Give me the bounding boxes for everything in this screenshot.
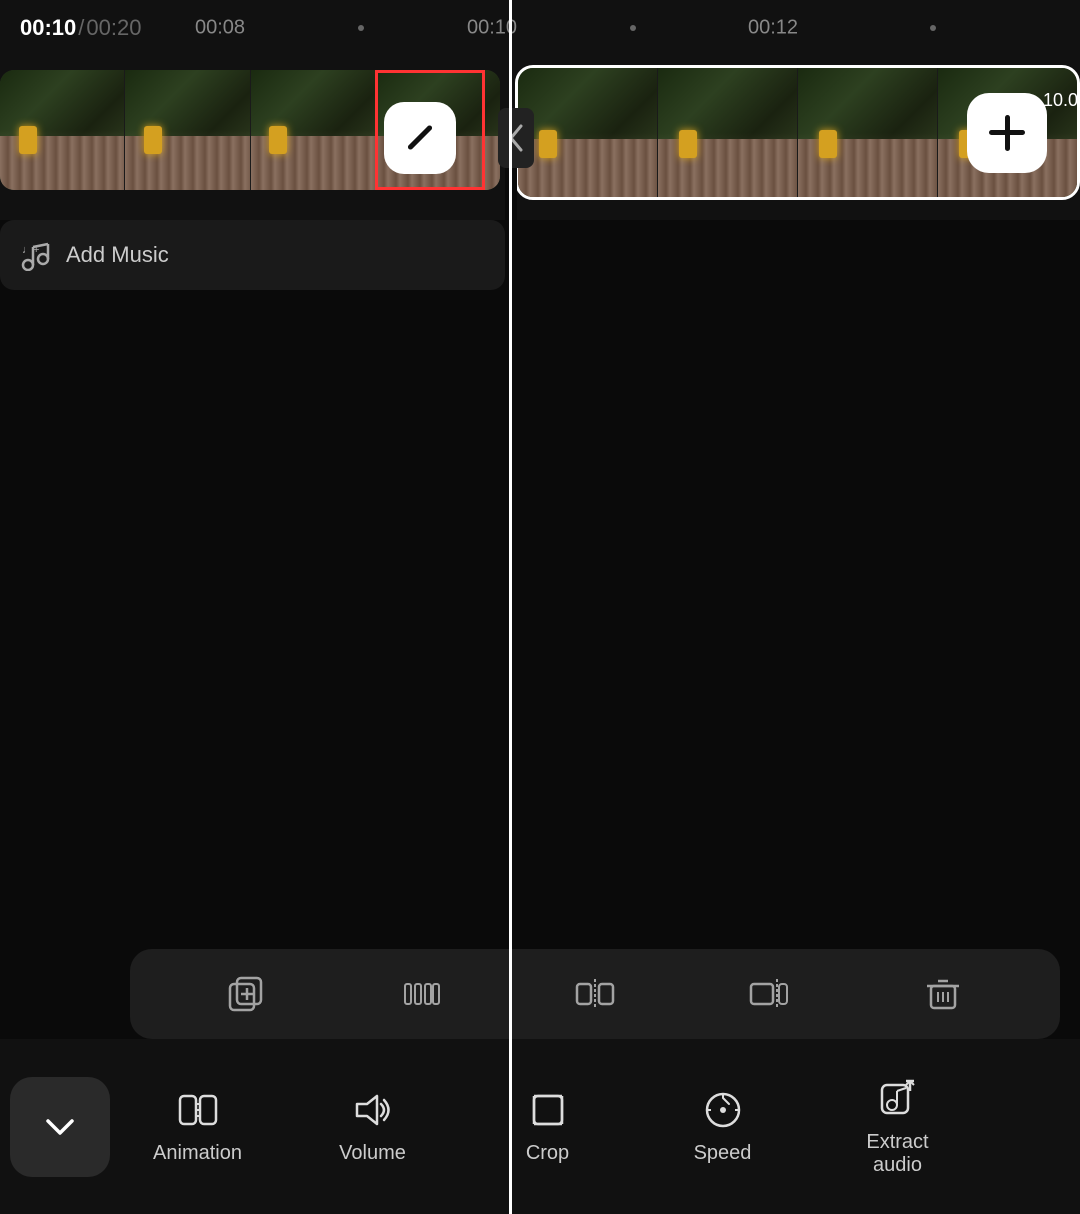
volume-icon (351, 1088, 395, 1132)
video-thumb-1 (0, 70, 124, 190)
split-icon (575, 974, 615, 1014)
remove-clip-button[interactable] (384, 102, 456, 174)
split-button[interactable] (575, 974, 615, 1014)
crop-icon (526, 1088, 570, 1132)
plus-v-icon (1005, 115, 1010, 151)
nav-item-volume[interactable]: Volume (285, 1057, 460, 1197)
ruler-dot-3 (930, 25, 936, 31)
add-music-label: Add Music (66, 242, 169, 268)
light-3 (269, 126, 287, 154)
light-2 (144, 126, 162, 154)
add-music-bar[interactable]: ♩+ Add Music (0, 220, 505, 290)
nav-item-crop[interactable]: Crop (460, 1057, 635, 1197)
light-r2 (679, 130, 697, 158)
light-r1 (539, 130, 557, 158)
animation-label: Animation (153, 1142, 242, 1165)
middle-area (0, 295, 1080, 879)
music-note-icon: ♩+ (20, 239, 52, 271)
extract-audio-label: Extract audio (866, 1131, 928, 1177)
ruler-marks: 00:08 00:10 00:12 (0, 0, 1080, 55)
nav-item-animation[interactable]: Animation (110, 1057, 285, 1197)
duplicate-button[interactable] (227, 974, 267, 1014)
speed-label: Speed (694, 1142, 752, 1165)
svg-text:♩+: ♩+ (22, 244, 39, 256)
minus-icon (407, 124, 433, 150)
video-thumb-3 (250, 70, 375, 190)
clip-duration-label: 10.0s (1043, 90, 1080, 111)
animation-icon (176, 1088, 220, 1132)
light-1 (19, 126, 37, 154)
clip-right[interactable]: 10.0s (515, 65, 1080, 200)
crop-label: Crop (526, 1142, 569, 1165)
track-area: 10.0s (0, 55, 1080, 220)
add-clip-button[interactable] (967, 93, 1047, 173)
video-thumb-r3 (797, 68, 937, 197)
duplicate-icon (227, 974, 267, 1014)
ruler-mark-8: 00:08 (195, 16, 245, 39)
light-r3 (819, 130, 837, 158)
nav-item-speed[interactable]: Speed (635, 1057, 810, 1197)
trash-icon (923, 974, 963, 1014)
trim-end-icon (749, 974, 789, 1014)
timeline-header: 00:10 / 00:20 00:08 00:10 00:12 (0, 0, 1080, 55)
clip-boundary-arrow[interactable] (498, 108, 534, 168)
bottom-nav: Animation Volume Crop (0, 1039, 1080, 1214)
video-thumb-r2 (657, 68, 797, 197)
ruler-dot-2 (630, 25, 636, 31)
ruler-mark-12: 00:12 (748, 16, 798, 39)
playhead[interactable] (509, 0, 512, 1214)
music-icon-wrap: ♩+ (20, 239, 52, 271)
collapse-button[interactable] (10, 1077, 110, 1177)
trim-end-button[interactable] (749, 974, 789, 1014)
freeze-frame-button[interactable] (401, 974, 441, 1014)
nav-item-extract-audio[interactable]: Extract audio (810, 1057, 985, 1197)
volume-label: Volume (339, 1142, 406, 1165)
ruler-dot-1 (358, 25, 364, 31)
editing-toolbar (130, 949, 1060, 1039)
video-thumb-r1 (518, 68, 657, 197)
delete-button[interactable] (923, 974, 963, 1014)
speed-icon (701, 1088, 745, 1132)
chevron-down-icon (40, 1107, 80, 1147)
extract-audio-icon (876, 1077, 920, 1121)
video-thumb-2 (124, 70, 249, 190)
freeze-icon (401, 974, 441, 1014)
